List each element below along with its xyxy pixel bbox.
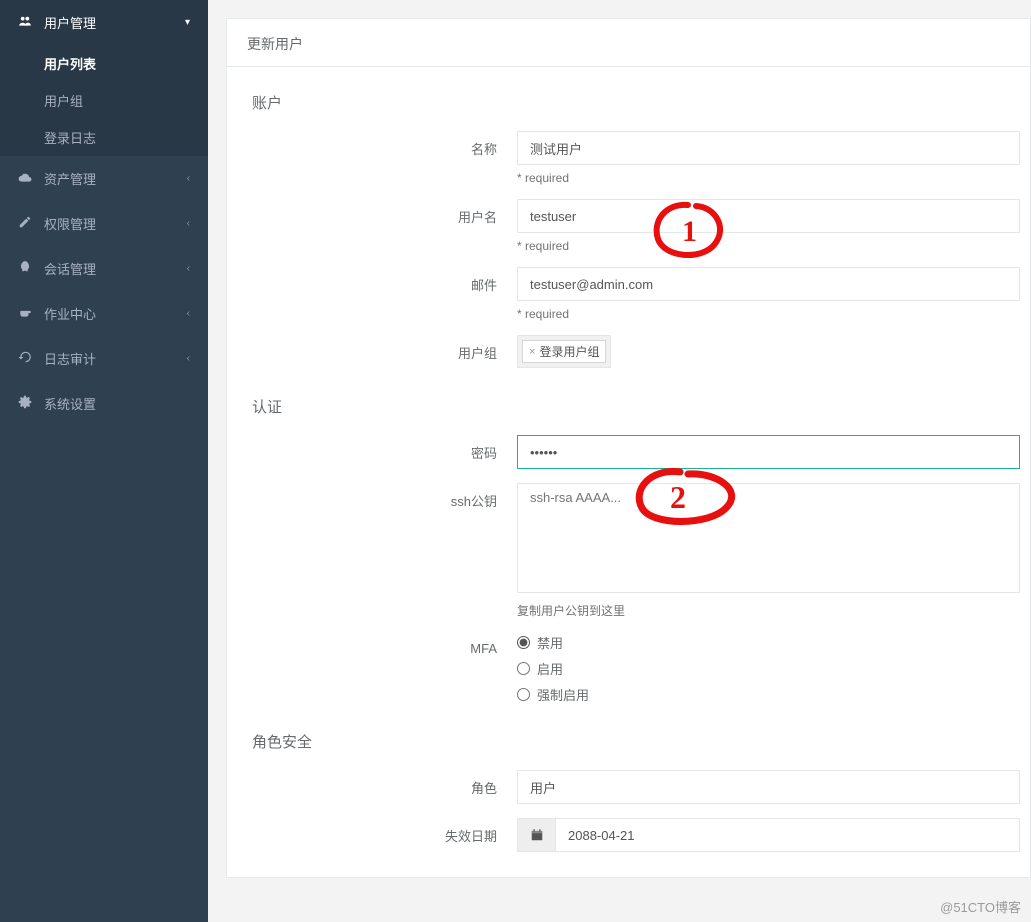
- label-username: 用户名: [227, 199, 517, 226]
- users-icon: [18, 14, 36, 31]
- sidebar-item-job-center[interactable]: 作业中心 ‹: [0, 291, 208, 336]
- rocket-icon: [18, 260, 36, 277]
- watermark: @51CTO博客: [940, 897, 1021, 916]
- mfa-option-disable[interactable]: 禁用: [517, 633, 1020, 652]
- username-input[interactable]: [517, 199, 1020, 233]
- label-ssh-key: ssh公钥: [227, 483, 517, 510]
- sidebar-item-label: 用户管理: [44, 13, 96, 32]
- label-role: 角色: [227, 770, 517, 797]
- coffee-icon: [18, 305, 36, 322]
- role-select[interactable]: [517, 770, 1020, 804]
- sidebar-item-login-log[interactable]: 登录日志: [0, 119, 208, 156]
- sidebar-submenu: 用户列表 用户组 登录日志: [0, 45, 208, 156]
- main-content: 更新用户 账户 名称 * required 用户名 * required: [208, 0, 1031, 922]
- label-email: 邮件: [227, 267, 517, 294]
- email-input[interactable]: [517, 267, 1020, 301]
- sidebar-item-log-audit[interactable]: 日志审计 ‹: [0, 336, 208, 381]
- usergroup-select[interactable]: × 登录用户组: [517, 335, 611, 368]
- sidebar-item-user-mgmt[interactable]: 用户管理 ▾: [0, 0, 208, 45]
- cloud-icon: [18, 171, 36, 186]
- sidebar-item-session-mgmt[interactable]: 会话管理 ‹: [0, 246, 208, 291]
- usergroup-tag: × 登录用户组: [522, 340, 606, 363]
- sidebar-item-label: 权限管理: [44, 214, 96, 233]
- chevron-left-icon: ‹: [187, 218, 190, 229]
- mfa-radio-enable[interactable]: [517, 662, 530, 675]
- sidebar-item-user-list[interactable]: 用户列表: [0, 45, 208, 82]
- chevron-left-icon: ‹: [187, 308, 190, 319]
- sidebar: 用户管理 ▾ 用户列表 用户组 登录日志 资产管理 ‹ 权限管理 ‹ 会: [0, 0, 208, 922]
- sidebar-item-user-group[interactable]: 用户组: [0, 82, 208, 119]
- sidebar-item-perm-mgmt[interactable]: 权限管理 ‹: [0, 201, 208, 246]
- sidebar-item-label: 会话管理: [44, 259, 96, 278]
- edit-icon: [18, 215, 36, 232]
- expire-date-picker[interactable]: [517, 818, 1020, 852]
- cogs-icon: [18, 395, 36, 412]
- sidebar-item-label: 资产管理: [44, 169, 96, 188]
- password-input[interactable]: [517, 435, 1020, 469]
- chevron-down-icon: ▾: [185, 17, 190, 28]
- chevron-left-icon: ‹: [187, 173, 190, 184]
- label-name: 名称: [227, 131, 517, 158]
- mfa-option-force[interactable]: 强制启用: [517, 685, 1020, 704]
- sidebar-item-label: 日志审计: [44, 349, 96, 368]
- form-panel: 更新用户 账户 名称 * required 用户名 * required: [226, 18, 1031, 878]
- sidebar-item-system-settings[interactable]: 系统设置: [0, 381, 208, 426]
- usergroup-tag-label: 登录用户组: [539, 343, 599, 360]
- label-usergroup: 用户组: [227, 335, 517, 362]
- label-expire-date: 失效日期: [227, 818, 517, 845]
- required-hint: * required: [517, 239, 1020, 253]
- mfa-radio-disable[interactable]: [517, 636, 530, 649]
- expire-date-input[interactable]: [556, 819, 1019, 851]
- sidebar-item-asset-mgmt[interactable]: 资产管理 ‹: [0, 156, 208, 201]
- mfa-radio-force[interactable]: [517, 688, 530, 701]
- mfa-option-enable[interactable]: 启用: [517, 659, 1020, 678]
- section-auth-title: 认证: [227, 386, 1030, 435]
- label-password: 密码: [227, 435, 517, 462]
- required-hint: * required: [517, 307, 1020, 321]
- sidebar-item-label: 作业中心: [44, 304, 96, 323]
- label-mfa: MFA: [227, 633, 517, 656]
- calendar-icon: [518, 819, 556, 851]
- name-input[interactable]: [517, 131, 1020, 165]
- required-hint: * required: [517, 171, 1020, 185]
- remove-tag-icon[interactable]: ×: [529, 346, 535, 358]
- ssh-key-textarea[interactable]: [517, 483, 1020, 593]
- chevron-left-icon: ‹: [187, 263, 190, 274]
- history-icon: [18, 350, 36, 367]
- section-account-title: 账户: [227, 82, 1030, 131]
- sidebar-item-label: 系统设置: [44, 394, 96, 413]
- section-role-title: 角色安全: [227, 721, 1030, 770]
- ssh-key-help: 复制用户公钥到这里: [517, 602, 1020, 619]
- page-title: 更新用户: [227, 19, 1030, 67]
- chevron-left-icon: ‹: [187, 353, 190, 364]
